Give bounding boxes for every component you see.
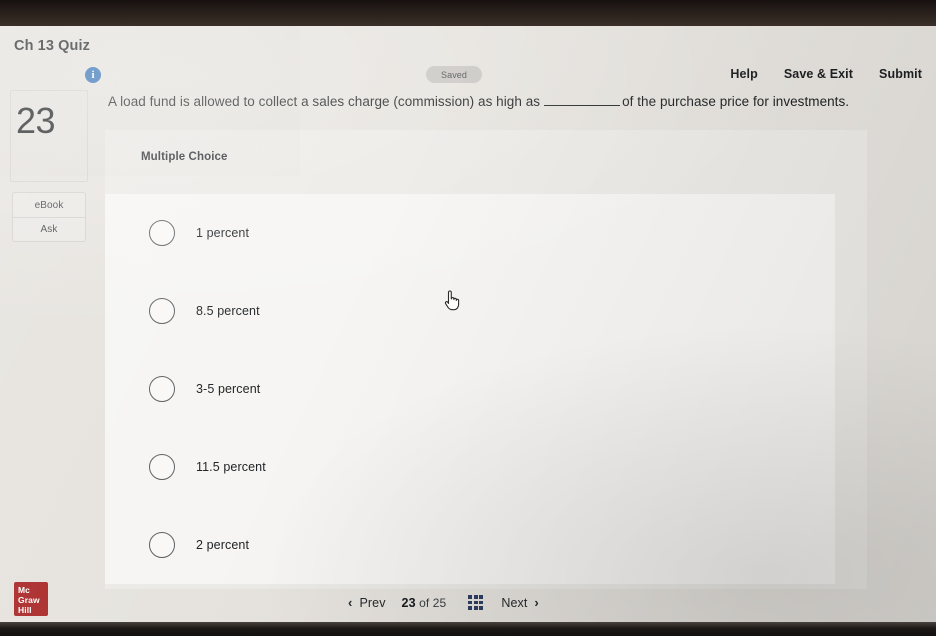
answer-option-label: 3-5 percent xyxy=(196,382,261,396)
question-number: 23 xyxy=(16,100,56,141)
stem-text-after: of the purchase price for investments. xyxy=(622,94,850,109)
submit-button[interactable]: Submit xyxy=(879,67,922,81)
answer-options-list: 1 percent 8.5 percent 3-5 percent 11.5 p… xyxy=(105,194,867,584)
ebook-button[interactable]: eBook xyxy=(13,193,85,217)
total-pages: 25 xyxy=(432,595,447,610)
radio-button-5[interactable] xyxy=(149,532,175,558)
answer-option-label: 8.5 percent xyxy=(196,304,260,318)
tool-button-group: eBook Ask xyxy=(12,192,86,242)
question-type-label: Multiple Choice xyxy=(141,151,228,163)
screen-content: Ch 13 Quiz Saved Help Save & Exit Submit… xyxy=(0,26,936,622)
mcgraw-hill-logo: Mc Graw Hill xyxy=(14,582,48,616)
radio-button-4[interactable] xyxy=(149,454,175,480)
current-page: 23 xyxy=(401,595,416,610)
stem-text-before: A load fund is allowed to collect a sale… xyxy=(108,94,541,109)
next-label: Next xyxy=(501,595,528,610)
chevron-left-icon: ‹ xyxy=(348,595,353,610)
prev-label: Prev xyxy=(359,595,386,610)
logo-line-3: Hill xyxy=(18,605,32,615)
header-actions: Help Save & Exit Submit xyxy=(730,67,922,81)
answer-option-5[interactable]: 2 percent xyxy=(105,506,835,584)
photo-frame: Ch 13 Quiz Saved Help Save & Exit Submit… xyxy=(0,0,936,636)
answer-option-2[interactable]: 8.5 percent xyxy=(105,272,835,350)
answer-option-label: 1 percent xyxy=(196,226,250,240)
answer-option-3[interactable]: 3-5 percent xyxy=(105,350,835,428)
page-counter: 23 of 25 xyxy=(402,596,447,610)
quiz-header: Ch 13 Quiz Saved Help Save & Exit Submit xyxy=(0,26,936,83)
radio-button-3[interactable] xyxy=(149,376,175,402)
info-icon[interactable]: i xyxy=(85,67,101,83)
question-stem: A load fund is allowed to collect a sale… xyxy=(108,94,849,109)
prev-button[interactable]: ‹ Prev xyxy=(348,595,386,610)
quiz-footer: Mc Graw Hill ‹ Prev 23 of 25 Next › xyxy=(0,576,936,622)
chevron-right-icon: › xyxy=(534,595,539,610)
answer-option-4[interactable]: 11.5 percent xyxy=(105,428,835,506)
question-card: Multiple Choice 1 percent 8.5 percent 3-… xyxy=(105,130,867,589)
logo-line-2: Graw xyxy=(18,595,40,605)
help-button[interactable]: Help xyxy=(730,67,758,81)
next-button[interactable]: Next › xyxy=(501,595,539,610)
answer-option-1[interactable]: 1 percent xyxy=(105,194,835,272)
ask-button[interactable]: Ask xyxy=(13,217,85,241)
radio-button-1[interactable] xyxy=(149,220,175,246)
answer-blank xyxy=(544,94,621,106)
bottom-bezel xyxy=(0,622,936,636)
pagination-nav: ‹ Prev 23 of 25 Next › xyxy=(348,595,539,610)
grid-menu-icon[interactable] xyxy=(468,595,484,610)
saved-status-badge: Saved xyxy=(426,66,482,83)
of-label: of xyxy=(419,595,430,610)
radio-button-2[interactable] xyxy=(149,298,175,324)
top-bezel xyxy=(0,0,936,26)
quiz-title: Ch 13 Quiz xyxy=(14,38,90,54)
answer-option-label: 2 percent xyxy=(196,538,250,552)
answer-option-label: 11.5 percent xyxy=(196,460,266,474)
logo-line-1: Mc xyxy=(18,585,31,595)
save-and-exit-button[interactable]: Save & Exit xyxy=(784,67,853,81)
